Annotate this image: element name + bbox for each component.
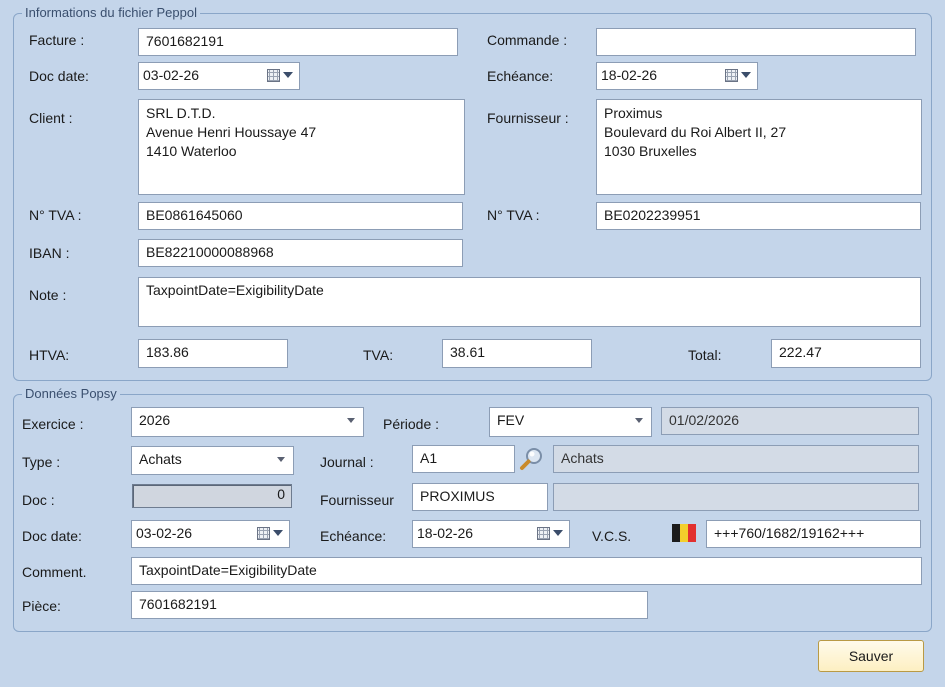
doc-number-field[interactable]: 0 — [132, 484, 292, 508]
htva-label: HTVA: — [29, 347, 70, 363]
comment-label: Comment. — [22, 564, 87, 580]
chevron-down-icon[interactable] — [347, 418, 355, 423]
popsy-fournisseur-field[interactable]: PROXIMUS — [412, 483, 548, 511]
piece-field[interactable]: 7601682191 — [131, 591, 648, 619]
piece-label: Pièce: — [22, 598, 61, 614]
calendar-dropdown-icon[interactable] — [725, 66, 753, 84]
note-field[interactable]: TaxpointDate=ExigibilityDate — [138, 277, 921, 327]
popsy-echeance-label: Echéance: — [320, 528, 387, 544]
total-field[interactable]: 222.47 — [771, 339, 921, 368]
commande-label: Commande : — [487, 32, 568, 48]
echeance-date-picker[interactable]: 18-02-26 — [596, 62, 758, 90]
tva-amount-field[interactable]: 38.61 — [442, 339, 592, 368]
popsy-echeance-value: 18-02-26 — [417, 525, 474, 541]
facture-field[interactable]: 7601682191 — [138, 28, 458, 56]
fournisseur-name-display — [553, 483, 919, 511]
periode-combo[interactable]: FEV — [489, 407, 652, 437]
echeance-value: 18-02-26 — [601, 67, 658, 83]
facture-label: Facture : — [29, 32, 85, 48]
type-label: Type : — [22, 454, 61, 470]
vcs-label: V.C.S. — [592, 528, 632, 544]
fournisseur-label: Fournisseur : — [487, 110, 569, 126]
calendar-dropdown-icon[interactable] — [537, 524, 565, 542]
calendar-dropdown-icon[interactable] — [257, 524, 285, 542]
popsy-echeance-date-picker[interactable]: 18-02-26 — [412, 520, 570, 548]
chevron-down-icon[interactable] — [277, 457, 285, 462]
chevron-down-icon[interactable] — [635, 418, 643, 423]
fournisseur-tva-label: N° TVA : — [487, 207, 540, 223]
popsy-legend: Données Popsy — [22, 387, 120, 401]
echeance-label: Echéance: — [487, 68, 554, 84]
calendar-dropdown-icon[interactable] — [267, 66, 295, 84]
client-label: Client : — [29, 110, 73, 126]
popsy-fournisseur-label: Fournisseur — [320, 492, 394, 508]
note-label: Note : — [29, 287, 67, 303]
commande-field[interactable] — [596, 28, 916, 56]
save-button[interactable]: Sauver — [818, 640, 924, 672]
periode-date-display: 01/02/2026 — [661, 407, 919, 435]
popsy-doc-date-picker[interactable]: 03-02-26 — [131, 520, 290, 548]
doc-date-label: Doc date: — [29, 68, 89, 84]
journal-field[interactable]: A1 — [412, 445, 515, 473]
journal-label: Journal : — [320, 454, 374, 470]
client-tva-label: N° TVA : — [29, 207, 82, 223]
exercice-combo[interactable]: 2026 — [131, 407, 364, 437]
periode-label: Période : — [383, 416, 440, 432]
fournisseur-address-field[interactable]: Proximus Boulevard du Roi Albert II, 27 … — [596, 99, 922, 195]
htva-field[interactable]: 183.86 — [138, 339, 288, 368]
popsy-doc-date-label: Doc date: — [22, 528, 82, 544]
periode-value: FEV — [497, 412, 525, 428]
popsy-doc-date-value: 03-02-26 — [136, 525, 193, 541]
exercice-value: 2026 — [139, 412, 171, 428]
total-label: Total: — [688, 347, 722, 363]
journal-name-display: Achats — [553, 445, 919, 473]
doc-date-picker[interactable]: 03-02-26 — [138, 62, 300, 90]
belgium-flag-icon — [672, 524, 696, 542]
peppol-legend: Informations du fichier Peppol — [22, 6, 200, 20]
tva-amount-label: TVA: — [363, 347, 394, 363]
comment-field[interactable]: TaxpointDate=ExigibilityDate — [131, 557, 922, 585]
iban-label: IBAN : — [29, 245, 70, 261]
exercice-label: Exercice : — [22, 416, 84, 432]
search-icon[interactable] — [519, 446, 545, 472]
type-value: Achats — [139, 451, 182, 467]
client-tva-field[interactable]: BE0861645060 — [138, 202, 463, 230]
iban-field[interactable]: BE82210000088968 — [138, 239, 463, 267]
doc-date-value: 03-02-26 — [143, 67, 200, 83]
vcs-field[interactable]: +++760/1682/19162+++ — [706, 520, 921, 548]
type-combo[interactable]: Achats — [131, 446, 294, 475]
client-address-field[interactable]: SRL D.T.D. Avenue Henri Houssaye 47 1410… — [138, 99, 465, 195]
fournisseur-tva-field[interactable]: BE0202239951 — [596, 202, 921, 230]
doc-label: Doc : — [22, 492, 55, 508]
